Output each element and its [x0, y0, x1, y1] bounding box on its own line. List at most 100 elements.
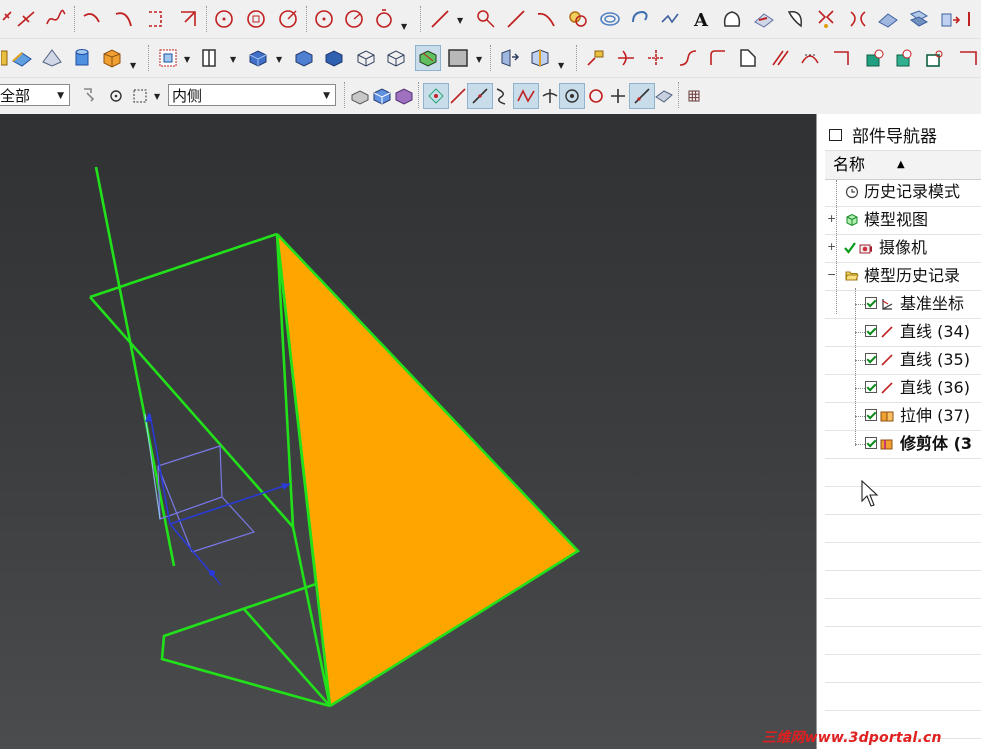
circle-center-icon[interactable] [312, 7, 336, 31]
hollow-block-icon[interactable] [922, 46, 946, 70]
green-block-icon[interactable] [862, 46, 886, 70]
fit-view-icon[interactable] [156, 46, 180, 70]
name-column-header[interactable]: 名称 ▲ [825, 150, 981, 180]
select-box-icon[interactable] [128, 84, 152, 108]
snap-line-icon[interactable] [446, 84, 470, 108]
chamfer-icon[interactable] [176, 7, 200, 31]
more-icon[interactable] [966, 7, 981, 31]
make-corner-icon[interactable] [676, 46, 700, 70]
select-solid-icon[interactable] [348, 84, 372, 108]
sketch-chamfer-icon[interactable] [736, 46, 760, 70]
line-tangent-icon[interactable] [504, 7, 528, 31]
snap-on-face-icon[interactable] [652, 84, 676, 108]
helix-curve-icon[interactable] [566, 7, 590, 31]
tree-item-model-history[interactable]: − 模型历史记录 [825, 262, 981, 291]
empty-row [825, 682, 981, 711]
snap-curve-icon[interactable] [490, 84, 514, 108]
visibility-checkbox[interactable] [865, 297, 877, 309]
snap-quadrant-icon[interactable] [584, 84, 608, 108]
tree-item-line-34[interactable]: 直线 (34) [825, 318, 981, 347]
wireframe-icon[interactable] [354, 46, 378, 70]
circle-tangent-icon[interactable] [276, 7, 300, 31]
select-filter-icon[interactable] [78, 84, 102, 108]
side-combo[interactable]: 内侧 ▼ [168, 84, 336, 106]
tree-item-history-mode[interactable]: 历史记录模式 [825, 178, 981, 207]
green-block-2-icon[interactable] [892, 46, 916, 70]
intersect-curve-icon[interactable] [720, 7, 744, 31]
filter-combo[interactable]: 全部 ▼ [0, 84, 70, 106]
snap-center-icon[interactable] [559, 83, 585, 109]
grid-icon[interactable] [682, 84, 706, 108]
visibility-checkbox[interactable] [865, 437, 877, 449]
material-icon[interactable] [100, 46, 124, 70]
view-orient-icon[interactable] [198, 46, 222, 70]
cone-icon[interactable] [40, 46, 64, 70]
offset-sketch-icon[interactable] [798, 46, 822, 70]
section-view-icon[interactable] [498, 46, 522, 70]
line-icon[interactable] [428, 7, 452, 31]
select-point-icon[interactable] [104, 84, 128, 108]
section-curve-icon[interactable] [752, 7, 776, 31]
circle-square-icon[interactable] [244, 7, 268, 31]
arc-icon[interactable] [80, 7, 104, 31]
cylinder-icon[interactable] [70, 46, 94, 70]
derived-line-icon[interactable] [768, 46, 792, 70]
snap-on-curve-icon[interactable] [629, 83, 655, 109]
corner-arrow-icon[interactable] [956, 46, 980, 70]
extrude-arrow-icon[interactable] [938, 7, 962, 31]
tree-item-datum-csys[interactable]: 基准坐标 [825, 290, 981, 319]
tree-item-line-35[interactable]: 直线 (35) [825, 346, 981, 375]
tree-item-trim-body[interactable]: 修剪体 (3 [825, 430, 981, 459]
snap-intersection-icon[interactable] [513, 83, 539, 109]
shaded-icon[interactable] [246, 46, 270, 70]
select-body-icon[interactable] [370, 84, 394, 108]
corner-line-icon[interactable] [830, 46, 854, 70]
select-face-icon[interactable] [392, 84, 416, 108]
visibility-checkbox[interactable] [865, 325, 877, 337]
snap-existing-point-icon[interactable] [606, 84, 630, 108]
snap-point-icon[interactable] [584, 46, 608, 70]
snap-perpendicular-icon[interactable] [538, 84, 562, 108]
circle-arc-icon[interactable] [342, 7, 366, 31]
quick-trim-icon[interactable] [614, 46, 638, 70]
fillet-corner-icon[interactable] [144, 7, 168, 31]
curve-icon[interactable] [112, 7, 136, 31]
visibility-checkbox[interactable] [865, 353, 877, 365]
shaded-face-icon[interactable] [322, 46, 346, 70]
tree-item-model-views[interactable]: + 模型视图 [825, 206, 981, 235]
expand-plus-icon[interactable]: + [827, 213, 836, 224]
quick-extend-icon[interactable] [644, 46, 668, 70]
join-curve-icon[interactable] [876, 7, 900, 31]
offset-face-icon[interactable] [906, 7, 930, 31]
tree-item-line-36[interactable]: 直线 (36) [825, 374, 981, 403]
point-set-icon[interactable] [14, 7, 38, 31]
tree-item-camera[interactable]: + 摄像机 [825, 234, 981, 263]
project-curve-icon[interactable] [658, 7, 682, 31]
collapse-minus-icon[interactable]: − [827, 269, 836, 280]
static-wireframe-icon[interactable] [415, 45, 441, 71]
spiral-icon[interactable] [598, 7, 622, 31]
background-icon[interactable] [446, 46, 470, 70]
line-circle-icon[interactable] [474, 7, 498, 31]
sketch-fillet-icon[interactable] [706, 46, 730, 70]
text-icon[interactable]: A [690, 7, 714, 31]
sweep-icon[interactable] [10, 46, 34, 70]
visibility-checkbox[interactable] [865, 409, 877, 421]
circle-three-point-icon[interactable] [372, 7, 396, 31]
hidden-lines-icon[interactable] [384, 46, 408, 70]
offset-curve-icon[interactable] [628, 7, 652, 31]
graphics-viewport[interactable] [0, 114, 816, 749]
bend-curve-icon[interactable] [534, 7, 558, 31]
snap-midpoint-icon[interactable] [467, 83, 493, 109]
expand-plus-icon[interactable]: + [827, 241, 836, 252]
trim-curve-icon[interactable] [814, 7, 838, 31]
visibility-checkbox[interactable] [865, 381, 877, 393]
clip-section-icon[interactable] [528, 46, 552, 70]
tree-item-extrude-37[interactable]: 拉伸 (37) [825, 402, 981, 431]
snap-endpoint-icon[interactable] [423, 83, 449, 109]
circle-point-icon[interactable] [212, 7, 236, 31]
spline-icon[interactable] [44, 7, 68, 31]
split-curve-icon[interactable] [846, 7, 870, 31]
extract-curve-icon[interactable] [784, 7, 808, 31]
shaded-edges-icon[interactable] [292, 46, 316, 70]
